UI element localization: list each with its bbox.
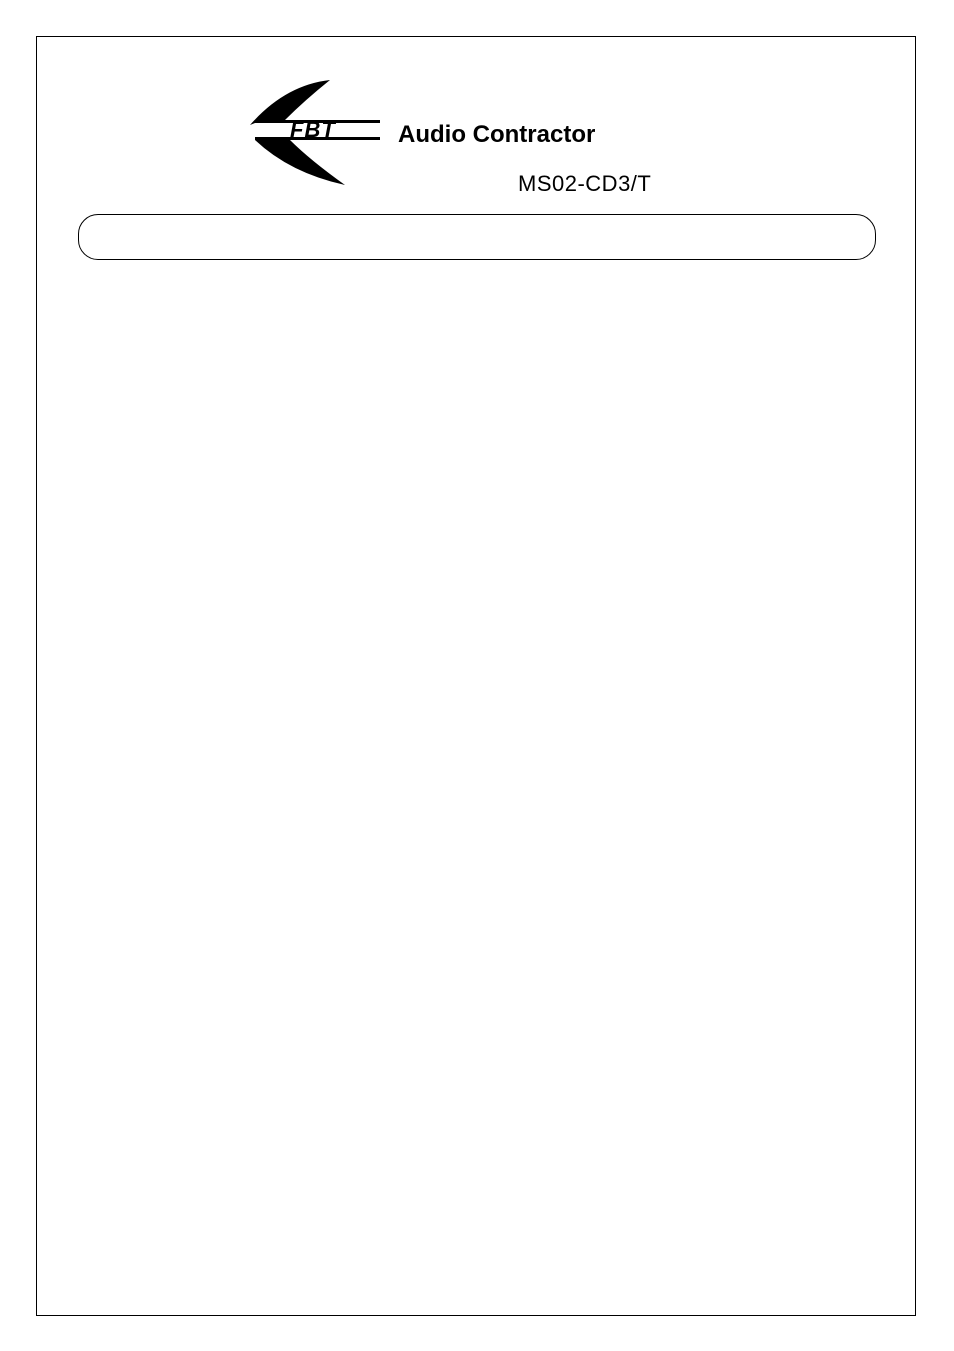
section-band <box>78 214 876 260</box>
fbt-logo-icon: FBT <box>250 75 390 195</box>
model-number: MS02-CD3/T <box>518 171 651 197</box>
document-header: FBT Audio Contractor MS02-CD3/T <box>250 75 680 205</box>
logo-wordmark: FBT <box>290 117 336 142</box>
brand-name: Audio Contractor <box>398 121 595 149</box>
